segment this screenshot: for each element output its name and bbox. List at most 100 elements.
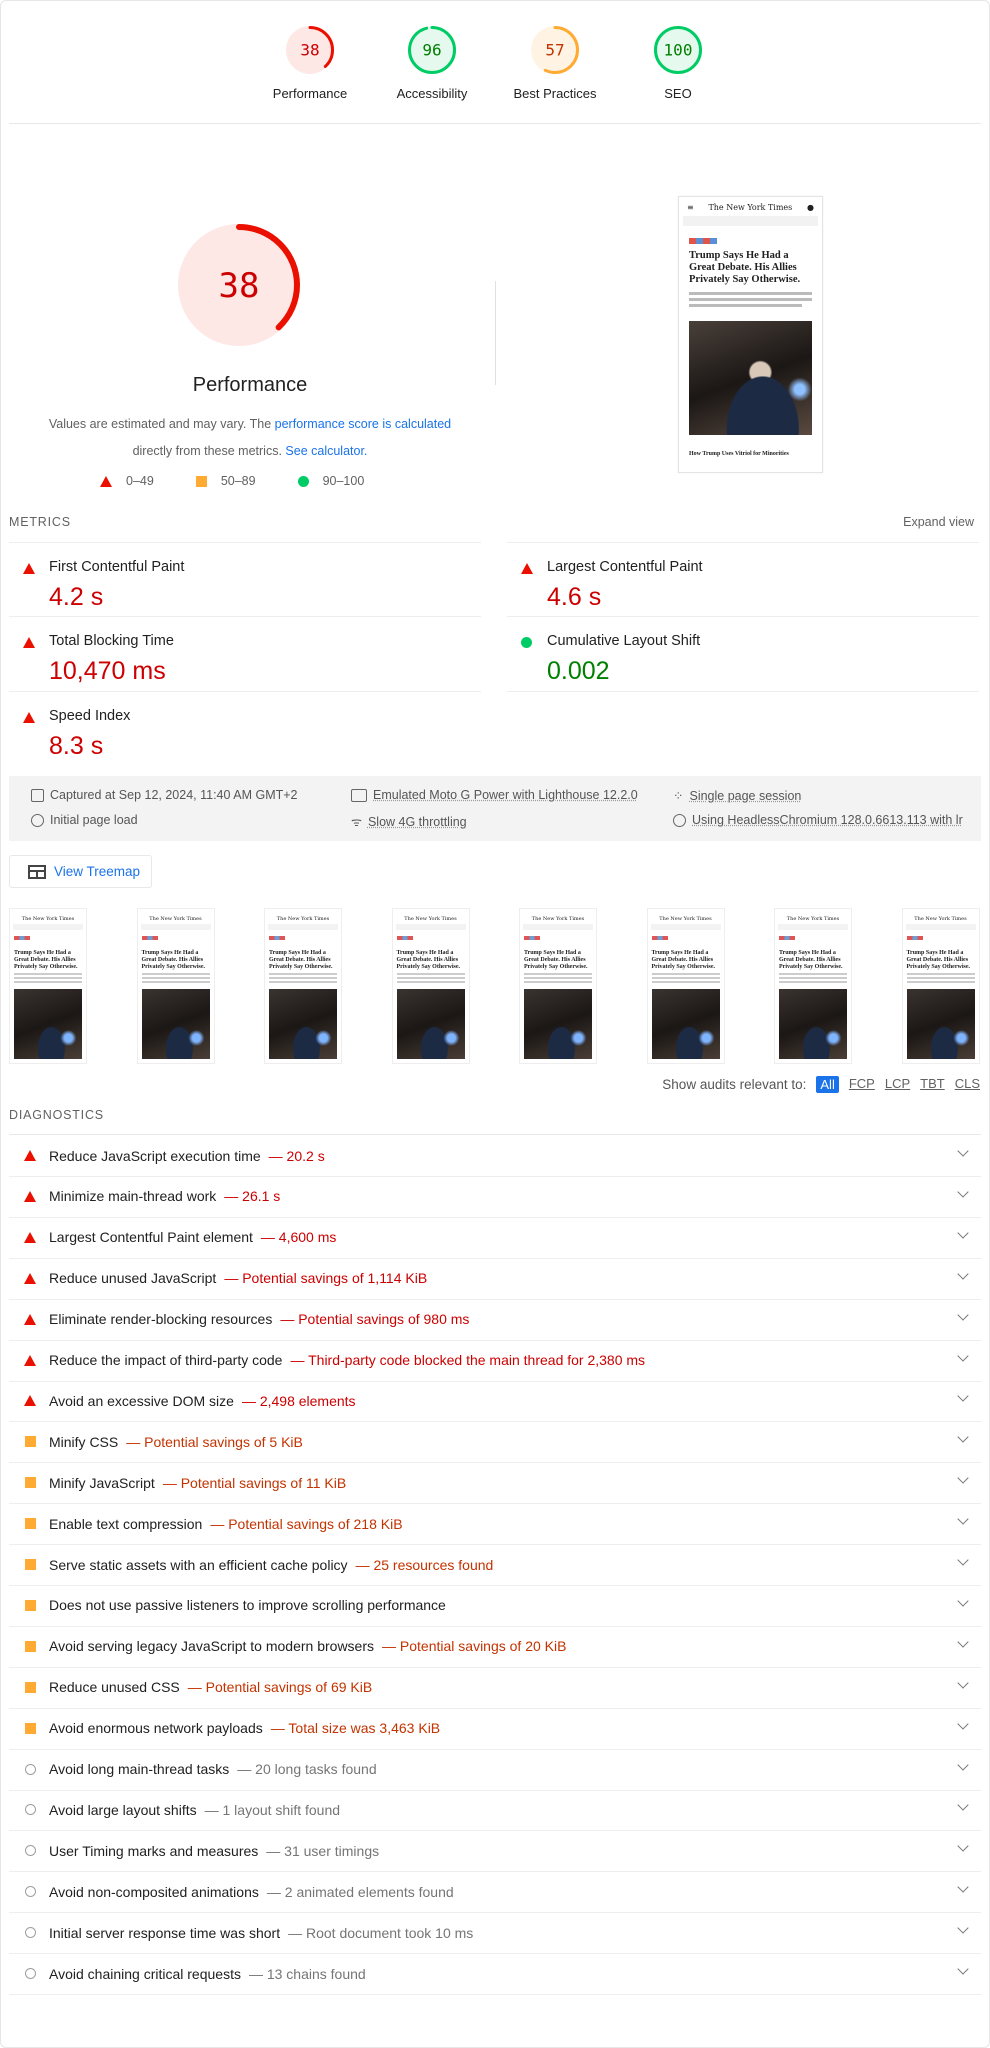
filmstrip-frame: The New York Times Trump Says He Had a Gr…	[264, 908, 342, 1064]
chevron-down-icon[interactable]	[957, 1308, 969, 1321]
audit-row[interactable]: Enable text compression — Potential savin…	[9, 1503, 981, 1546]
chevron-down-icon[interactable]	[957, 1758, 969, 1771]
chevron-down-icon[interactable]	[957, 1227, 969, 1239]
legend-average: 50–89	[195, 474, 256, 488]
gauge-seo[interactable]: 100 SEO	[623, 24, 733, 101]
audit-row[interactable]: Reduce the impact of third-party code — T…	[9, 1340, 981, 1382]
chevron-down-icon[interactable]	[957, 1840, 969, 1852]
svg-text:38: 38	[300, 41, 319, 60]
chevron-down-icon[interactable]	[957, 1268, 969, 1280]
env-browser[interactable]: Using HeadlessChromium 128.0.6613.113 wi…	[673, 813, 973, 827]
audit-row[interactable]: Minimize main-thread work — 26.1 s	[9, 1176, 981, 1218]
audit-detail: — 4,600 ms	[260, 1229, 337, 1246]
fail-triangle-icon	[23, 637, 35, 648]
filter-lcp[interactable]: LCP	[885, 1076, 910, 1093]
filter-cls[interactable]: CLS	[955, 1076, 980, 1093]
audit-detail: — Potential savings of 5 KiB	[126, 1433, 303, 1450]
gauge-arc: 57	[531, 26, 579, 74]
audit-title: Largest Contentful Paint element	[49, 1229, 253, 1246]
audit-detail: — 13 chains found	[248, 1965, 366, 1982]
audit-row[interactable]: Serve static assets with an efficient ca…	[9, 1544, 981, 1586]
env-session[interactable]: ⁘ Single page session	[673, 788, 801, 804]
average-square-icon	[24, 1518, 36, 1530]
svg-text:57: 57	[545, 41, 564, 60]
audit-row[interactable]: Avoid large layout shifts — 1 layout shif…	[9, 1789, 981, 1832]
expand-view-toggle[interactable]: Expand view	[903, 515, 974, 529]
chevron-down-icon[interactable]	[957, 1799, 969, 1812]
circle-icon	[297, 475, 309, 487]
fail-triangle-icon	[24, 1150, 36, 1161]
audit-title: Avoid enormous network payloads	[49, 1720, 263, 1737]
audit-row[interactable]: Avoid non-composited animations — 2 anima…	[9, 1871, 981, 1914]
audit-row[interactable]: Reduce unused CSS — Potential savings of …	[9, 1667, 981, 1709]
filter-fcp[interactable]: FCP	[849, 1076, 875, 1093]
audit-row[interactable]: Eliminate render-blocking resources — Pot…	[9, 1299, 981, 1341]
svg-text:38: 38	[219, 266, 260, 306]
see-calculator-link[interactable]: See calculator.	[285, 444, 367, 458]
audit-detail: — Potential savings of 218 KiB	[210, 1515, 403, 1532]
view-treemap-button[interactable]: View Treemap	[9, 855, 152, 888]
chevron-down-icon[interactable]	[957, 1145, 969, 1157]
chevron-down-icon[interactable]	[957, 1595, 969, 1607]
metric-cumulative-layout-shift: Cumulative Layout Shift 0.002	[507, 617, 979, 692]
audit-title: Serve static assets with an efficient ca…	[49, 1556, 348, 1573]
audit-title: Minify CSS	[49, 1433, 119, 1450]
chevron-down-icon[interactable]	[957, 1881, 969, 1893]
env-load: Initial page load	[31, 813, 138, 827]
gauge-performance[interactable]: 38 Performance	[255, 24, 365, 101]
audit-detail: — Third-party code blocked the main thre…	[290, 1352, 646, 1368]
audit-title: Minify JavaScript	[49, 1474, 155, 1491]
filmstrip-frame: The New York Times Trump Says He Had a Gr…	[519, 908, 597, 1064]
chevron-down-icon[interactable]	[957, 1349, 969, 1362]
audit-row[interactable]: Avoid serving legacy JavaScript to moder…	[9, 1626, 981, 1668]
filter-tbt[interactable]: TBT	[920, 1076, 945, 1093]
audit-detail: — 25 resources found	[355, 1556, 494, 1573]
audit-row[interactable]: Reduce unused JavaScript — Potential savi…	[9, 1258, 981, 1300]
audit-detail: — Total size was 3,463 KiB	[270, 1720, 441, 1737]
env-device[interactable]: Emulated Moto G Power with Lighthouse 12…	[351, 788, 638, 802]
metric-value: 4.6 s	[547, 583, 602, 611]
audit-row[interactable]: Avoid chaining critical requests — 13 cha…	[9, 1953, 981, 1995]
final-screenshot[interactable]: ≡ The New York Times ● Trump Says He Had a…	[678, 196, 823, 473]
chevron-down-icon[interactable]	[957, 1963, 969, 1975]
audit-row[interactable]: Initial server response time was short — …	[9, 1912, 981, 1955]
audit-title: Avoid non-composited animations	[49, 1883, 259, 1900]
square-icon	[195, 475, 207, 487]
audit-row[interactable]: Avoid enormous network payloads — Total s…	[9, 1708, 981, 1750]
audit-detail: — 20 long tasks found	[237, 1761, 377, 1777]
screenshot-photo	[689, 321, 812, 435]
chevron-down-icon[interactable]	[957, 1390, 969, 1403]
audit-row[interactable]: Does not use passive listeners to improv…	[9, 1585, 981, 1627]
audit-detail: — 2,498 elements	[241, 1392, 356, 1409]
chevron-down-icon[interactable]	[957, 1186, 969, 1198]
audit-row[interactable]: Largest Contentful Paint element — 4,600 …	[9, 1217, 981, 1259]
info-circle-icon	[24, 1886, 36, 1898]
chevron-down-icon[interactable]	[957, 1472, 969, 1484]
audit-detail: — 2 animated elements found	[266, 1883, 454, 1900]
env-throttling[interactable]: ᯤ Slow 4G throttling	[351, 813, 467, 830]
chevron-down-icon[interactable]	[957, 1636, 969, 1648]
chevron-down-icon[interactable]	[957, 1922, 969, 1934]
chevron-down-icon[interactable]	[957, 1677, 969, 1689]
audit-title: Avoid serving legacy JavaScript to moder…	[49, 1638, 375, 1655]
chevron-down-icon[interactable]	[957, 1717, 969, 1730]
gauge-best-practices[interactable]: 57 Best Practices	[500, 24, 610, 101]
chevron-down-icon[interactable]	[957, 1513, 969, 1525]
triangle-icon	[100, 475, 112, 487]
chevron-down-icon[interactable]	[957, 1554, 969, 1566]
average-square-icon	[24, 1640, 36, 1652]
pass-circle-icon	[521, 637, 532, 648]
score-calculated-link[interactable]: performance score is calculated	[275, 417, 451, 431]
audit-row[interactable]: Avoid long main-thread tasks — 20 long ta…	[9, 1749, 981, 1791]
audit-row[interactable]: Minify JavaScript — Potential savings of …	[9, 1462, 981, 1505]
audit-row[interactable]: User Timing marks and measures — 31 user …	[9, 1830, 981, 1873]
audit-row[interactable]: Reduce JavaScript execution time — 20.2 s	[9, 1135, 981, 1177]
chevron-down-icon[interactable]	[957, 1431, 969, 1443]
audit-row[interactable]: Avoid an excessive DOM size — 2,498 eleme…	[9, 1380, 981, 1423]
gauge-arc: 38	[178, 224, 300, 346]
filter-all[interactable]: All	[816, 1076, 839, 1093]
metric-largest-contentful-paint: Largest Contentful Paint 4.6 s	[507, 542, 979, 617]
gauge-accessibility[interactable]: 96 Accessibility	[377, 24, 487, 101]
fail-triangle-icon	[23, 563, 35, 574]
audit-row[interactable]: Minify CSS — Potential savings of 5 KiB	[9, 1421, 981, 1464]
